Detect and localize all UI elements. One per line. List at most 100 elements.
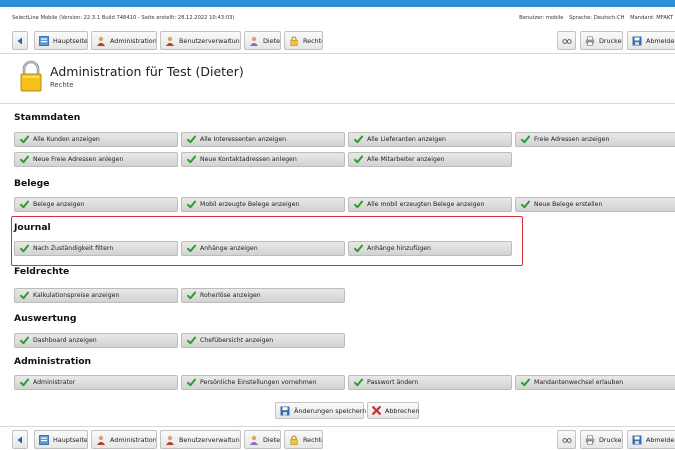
back-button[interactable] [12,31,28,50]
glasses-button[interactable] [557,430,576,449]
top-toolbar: Hauptseite Administration Benutzerverwal… [0,31,675,51]
checkmark-icon [20,291,29,300]
permission-toggle[interactable]: Neue Belege erstellen [515,197,675,212]
checkmark-icon [521,135,530,144]
user-management-icon [165,435,175,445]
back-arrow-icon [15,36,25,46]
permission-toggle[interactable]: Nach Zuständigkeit filtern [14,241,178,256]
save-icon [280,406,290,416]
rights-button[interactable]: Rechte [284,430,323,449]
glasses-icon [561,36,572,46]
user-management-button[interactable]: Benutzerverwaltung [160,31,241,50]
administration-button[interactable]: Administration [91,31,157,50]
administration-label: Administration [110,36,157,45]
permission-toggle[interactable]: Anhänge anzeigen [181,241,345,256]
home-button[interactable]: Hauptseite [34,430,88,449]
checkmark-icon [187,135,196,144]
glasses-button[interactable] [557,31,576,50]
padlock-icon [20,60,42,92]
checkmark-icon [20,200,29,209]
rights-button[interactable]: Rechte [284,31,323,50]
section-title-administration: Administration [14,356,92,367]
permission-toggle[interactable]: Freie Adressen anzeigen [515,132,675,147]
divider [0,103,675,104]
administration-button[interactable]: Administration [91,430,157,449]
permission-toggle[interactable]: Passwort ändern [348,375,512,390]
permission-label: Alle mobil erzeugten Belege anzeigen [367,201,485,208]
permission-label: Anhänge anzeigen [200,245,258,252]
home-label: Hauptseite [53,36,88,45]
permission-toggle[interactable]: Alle Mitarbeiter anzeigen [348,152,512,167]
permission-label: Alle Interessenten anzeigen [200,136,287,143]
user-info: Benutzer: mobile [519,15,564,21]
home-button[interactable]: Hauptseite [34,31,88,50]
permission-toggle[interactable]: Persönliche Einstellungen vornehmen [181,375,345,390]
permission-toggle[interactable]: Belege anzeigen [14,197,178,212]
permission-label: Neue Freie Adressen anlegen [33,156,124,163]
logout-label: Abmelder [646,435,675,444]
section-title-auswertung: Auswertung [14,313,77,324]
checkmark-icon [20,336,29,345]
permission-toggle[interactable]: Anhänge hinzufügen [348,241,512,256]
permission-label: Dashboard anzeigen [33,337,97,344]
user-label: Dieter [263,435,281,444]
logout-icon [632,435,642,445]
permission-toggle[interactable]: Chefübersicht anzeigen [181,333,345,348]
logout-label: Abmelder [646,36,675,45]
permission-toggle[interactable]: Alle Interessenten anzeigen [181,132,345,147]
language-info: Sprache: Deutsch-CH [569,15,625,21]
permission-toggle[interactable]: Mandantenwechsel erlauben [515,375,675,390]
checkmark-icon [187,378,196,387]
printer-icon [585,435,595,445]
user-management-label: Benutzerverwaltung [179,435,241,444]
checkmark-icon [354,200,363,209]
version-info: SelectLine Mobile (Version: 22.3.1 Build… [12,15,235,21]
permission-toggle[interactable]: Neue Kontaktadressen anlegen [181,152,345,167]
permission-label: Mandantenwechsel erlauben [534,379,624,386]
print-label: Drucken [599,36,623,45]
checkmark-icon [20,244,29,253]
cancel-button[interactable]: Abbrechen [367,402,419,419]
checkmark-icon [354,244,363,253]
home-icon [39,434,49,445]
checkmark-icon [354,135,363,144]
user-button[interactable]: Dieter [244,430,281,449]
user-management-icon [165,36,175,46]
page-title: Administration für Test (Dieter) [50,64,244,79]
user-icon [249,36,259,46]
admin-user-icon [96,435,106,445]
permission-toggle[interactable]: Alle Kunden anzeigen [14,132,178,147]
permission-toggle[interactable]: Roherlöse anzeigen [181,288,345,303]
user-management-button[interactable]: Benutzerverwaltung [160,430,241,449]
save-changes-button[interactable]: Änderungen speichern [275,402,366,419]
logout-button[interactable]: Abmelder [627,31,675,50]
permission-toggle[interactable]: Alle mobil erzeugten Belege anzeigen [348,197,512,212]
bottom-toolbar: Hauptseite Administration Benutzerverwal… [0,430,675,450]
permission-toggle[interactable]: Kalkulationspreise anzeigen [14,288,178,303]
cancel-label: Abbrechen [385,406,420,415]
permission-label: Alle Mitarbeiter anzeigen [367,156,445,163]
user-icon [249,435,259,445]
section-title-belege: Belege [14,178,50,189]
print-button[interactable]: Drucken [580,31,623,50]
page-subtitle: Rechte [50,81,74,89]
permission-toggle[interactable]: Alle Lieferanten anzeigen [348,132,512,147]
permission-toggle[interactable]: Neue Freie Adressen anlegen [14,152,178,167]
divider [0,426,675,427]
administration-label: Administration [110,435,157,444]
permission-toggle[interactable]: Dashboard anzeigen [14,333,178,348]
permission-toggle[interactable]: Mobil erzeugte Belege anzeigen [181,197,345,212]
logout-button[interactable]: Abmelder [627,430,675,449]
permission-toggle[interactable]: Administrator [14,375,178,390]
user-button[interactable]: Dieter [244,31,281,50]
permission-label: Kalkulationspreise anzeigen [33,292,120,299]
print-button[interactable]: Drucken [580,430,623,449]
checkmark-icon [354,155,363,164]
permission-label: Belege anzeigen [33,201,85,208]
permission-label: Passwort ändern [367,379,419,386]
permission-label: Mobil erzeugte Belege anzeigen [200,201,300,208]
back-button[interactable] [12,430,28,449]
checkmark-icon [187,200,196,209]
session-info: Benutzer: mobile Sprache: Deutsch-CH Man… [515,15,673,21]
section-title-journal: Journal [14,222,51,233]
